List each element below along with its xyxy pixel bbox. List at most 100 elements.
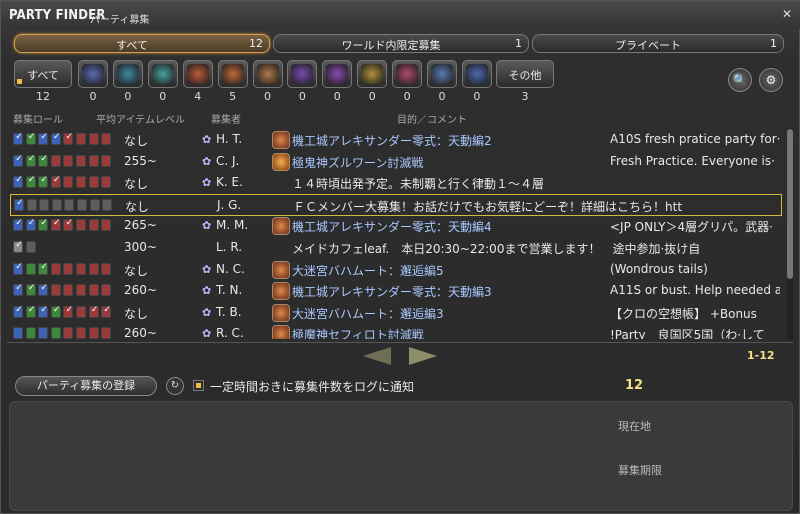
role-slot: ✓ xyxy=(25,132,36,145)
filter-gathering-button[interactable] xyxy=(427,60,457,88)
check-icon: ✓ xyxy=(15,132,23,142)
filter-pvp-button[interactable] xyxy=(252,60,283,88)
list-scrollbar[interactable] xyxy=(787,127,793,341)
filter-dungeon-button[interactable] xyxy=(112,60,143,88)
raid-icon xyxy=(272,303,290,322)
filter-question-button[interactable] xyxy=(78,60,108,88)
role-slot: ✓ xyxy=(38,154,49,167)
role-slot: ✓ xyxy=(88,304,99,318)
recruiter-name: T. B. xyxy=(216,304,242,319)
check-icon: ✓ xyxy=(15,218,23,229)
role-slot: ✓ xyxy=(101,305,112,318)
role-slot xyxy=(39,198,50,211)
listing-row[interactable]: ✓ ✓ ✓ ✓ ✓ なし ✿ H. T. 機工城アレキサンダー零式：天動編2 A10S fresh… xyxy=(10,129,782,151)
recruiter: ✿ C. J. xyxy=(202,154,274,168)
filter-all-label: すべて xyxy=(27,69,59,82)
role-slot xyxy=(77,198,87,211)
raid-icon xyxy=(272,282,290,301)
raid-icon xyxy=(272,325,290,339)
filter-count: 0 xyxy=(264,90,271,103)
recruiter: ✿ M. M. xyxy=(202,218,274,232)
refresh-icon[interactable]: ↻ xyxy=(166,377,184,395)
listing-row[interactable]: ✓ なし J. G. ＦＣメンバー大募集！お話だけでもお気軽にどーぞ！詳細はこちら！h… xyxy=(10,193,782,216)
role-slot xyxy=(50,327,61,339)
job-icon: ✿ xyxy=(202,176,212,190)
role-slot xyxy=(63,327,74,339)
role-slot xyxy=(88,327,99,339)
check-icon: ✓ xyxy=(27,304,36,315)
recruiter: L. R. xyxy=(202,240,274,254)
tab-all[interactable]: すべて 12 xyxy=(14,34,270,53)
role-slot xyxy=(64,198,75,211)
tab-world-only[interactable]: ワールド内限定募集 1 xyxy=(273,34,529,53)
column-header-duty: 目的／コメント xyxy=(397,115,467,126)
role-slot xyxy=(76,133,86,145)
filter-other-button[interactable]: その他 xyxy=(496,60,554,88)
role-slot: ✓ xyxy=(50,132,61,145)
listing-row[interactable]: ✓ ✓ ✓ ✓ なし ✿ K. E. １４時頃出発予定。未制覇と行く律動１～４層 xyxy=(10,172,782,194)
dungeon-icon xyxy=(116,64,139,84)
filter-deep-dungeon-button[interactable] xyxy=(461,60,492,88)
filter-count: 0 xyxy=(298,90,306,103)
listing-row[interactable]: ✓ 300~ L. R. メイドカフェleaf. 本日20:30~22:00まで営業し… xyxy=(10,237,782,259)
location-label: 現在地 xyxy=(618,420,651,433)
register-party-button[interactable]: パーティ募集の登録 xyxy=(15,376,157,396)
filter-treasure-hunt-button[interactable] xyxy=(357,60,388,88)
filter-hunt-button[interactable] xyxy=(392,60,423,88)
filter-guildhest-button[interactable] xyxy=(147,60,178,88)
check-icon: ✓ xyxy=(15,240,23,250)
listing-row[interactable]: ✓ ✓ ✓ 255~ ✿ C. J. 極鬼神ズルワーン討滅戦 Fresh Practice. … xyxy=(10,151,782,173)
role-slot: ✓ xyxy=(25,283,36,297)
search-icon[interactable]: 🔍 xyxy=(728,68,752,92)
role-slot: ✓ xyxy=(38,283,49,297)
item-level: 260~ xyxy=(124,326,157,339)
role-slot xyxy=(25,327,36,339)
role-slot xyxy=(101,327,112,339)
tab-private[interactable]: プライベート 1 xyxy=(532,34,784,53)
item-level: 255~ xyxy=(124,153,157,168)
listing-row[interactable]: ✓ ✓ なし ✿ N. C. 大迷宮バハムート：邂逅編5 (Wondrous tails) xyxy=(10,259,782,281)
role-slot xyxy=(76,327,86,339)
check-icon: ✓ xyxy=(40,283,48,294)
party-listing: ✓ ✓ ✓ ✓ ✓ なし ✿ H. T. 機工城アレキサンダー零式：天動編2 A10S fresh… xyxy=(10,129,782,339)
role-slot: ✓ xyxy=(13,154,23,167)
listing-row[interactable]: ✓ ✓ ✓ 260~ ✿ T. N. 機工城アレキサンダー零式：天動編3 A11S or bu… xyxy=(10,280,782,302)
previous-page-icon[interactable] xyxy=(363,347,391,365)
duty-name: ＦＣメンバー大募集！お話だけでもお気軽にどーぞ！詳細はこちら！htt xyxy=(293,199,683,214)
filter-all-button[interactable]: すべて xyxy=(14,60,72,88)
check-icon: ✓ xyxy=(53,218,61,229)
filter-other-count: 3 xyxy=(521,90,529,103)
title-bar[interactable]: PARTY FINDER パーティ募集 ✕ xyxy=(1,1,800,29)
next-page-icon[interactable] xyxy=(409,347,437,365)
recruiter-name: J. G. xyxy=(217,197,242,212)
column-header-recruiter: 募集者 xyxy=(211,115,241,126)
filter-quest-button[interactable] xyxy=(287,60,318,88)
listing-row[interactable]: 260~ ✿ R. C. 極魔神セフィロト討滅戦 !Party 良国区5国（わ·して xyxy=(10,323,782,339)
check-icon: ✓ xyxy=(65,132,74,142)
listing-row[interactable]: ✓ ✓ ✓ ✓ ✓ 265~ ✿ M. M. 機工城アレキサンダー零式：天動編4 <JP ONLY… xyxy=(10,215,782,237)
raid-icon xyxy=(272,217,290,236)
check-icon: ✓ xyxy=(65,218,74,229)
listing-row[interactable]: ✓ ✓ ✓ ✓ ✓ ✓ ✓ なし ✿ T. B. 大迷宮バハムート：邂逅編3 【クロの空想帳】 +Bo… xyxy=(10,302,782,324)
check-icon: ✓ xyxy=(53,132,61,142)
check-icon: ✓ xyxy=(90,304,99,315)
notify-checkbox[interactable] xyxy=(193,380,204,391)
close-icon[interactable]: ✕ xyxy=(779,6,795,22)
duty-name: 極鬼神ズルワーン討滅戦 xyxy=(292,155,424,170)
check-icon: ✓ xyxy=(16,197,24,208)
check-icon: ✓ xyxy=(15,283,23,294)
filter-trial-button[interactable] xyxy=(182,60,213,88)
filter-fate-button[interactable] xyxy=(322,60,353,88)
scroll-thumb[interactable] xyxy=(787,129,793,279)
role-slot xyxy=(13,327,23,339)
duty-name: １４時頃出発予定。未制覇と行く律動１～４層 xyxy=(292,177,545,192)
duty-name: 大迷宮バハムート：邂逅編3 xyxy=(292,306,444,321)
job-icon: ✿ xyxy=(202,327,212,339)
settings-icon[interactable]: ⚙ xyxy=(759,68,783,92)
filter-raid-button[interactable] xyxy=(217,60,248,88)
job-icon: ✿ xyxy=(202,133,212,146)
item-level: なし xyxy=(125,199,150,214)
duty-name: 機工城アレキサンダー零式：天動編4 xyxy=(292,220,492,235)
treasure-hunt-icon xyxy=(361,64,384,84)
tab-count: 1 xyxy=(770,37,777,50)
